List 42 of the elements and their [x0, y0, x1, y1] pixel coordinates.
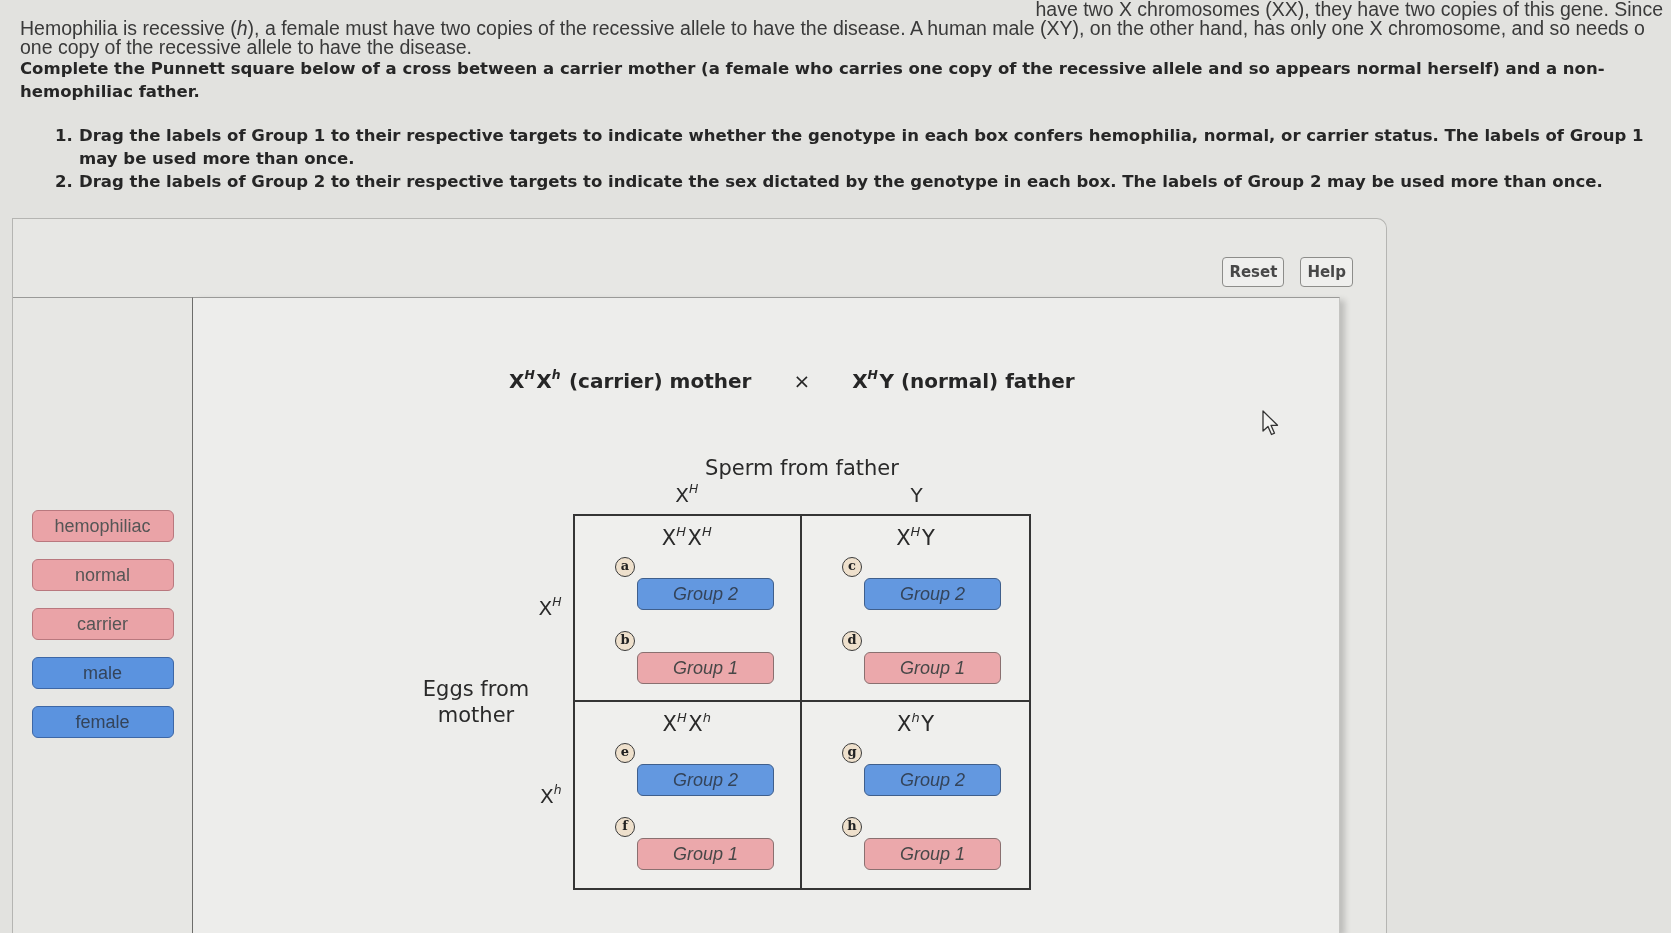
- drop-target[interactable]: Group 2: [864, 578, 1001, 610]
- step-text: Drag the labels of Group 2 to their respective targets to indicate the sex dictated by the genotype in each box. The labels of Group 2 may be used more than once.: [79, 171, 1604, 193]
- column-title: Sperm from father: [705, 456, 899, 480]
- draggable-label[interactable]: male: [31, 657, 174, 689]
- target-marker: g: [842, 743, 862, 763]
- draggable-label[interactable]: normal: [31, 559, 174, 591]
- drop-target[interactable]: Group 2: [637, 578, 774, 610]
- row-header: X$^{h}$: [539, 784, 563, 808]
- genotype-text: X$^{h}$Y: [897, 711, 934, 737]
- cross-father-text: X$^{H}$Y (normal) father: [852, 368, 1075, 394]
- step-number: 1.: [55, 125, 74, 147]
- draggable-label[interactable]: female: [31, 706, 174, 738]
- draggable-label[interactable]: hemophiliac: [31, 510, 174, 542]
- drop-target[interactable]: Group 1: [864, 652, 1001, 684]
- genotype-text: X$^{H}$X$^{H}$: [661, 525, 713, 551]
- toolbar-button[interactable]: Help: [1300, 257, 1353, 287]
- target-marker: a: [615, 557, 635, 577]
- instruction-text: Complete the Punnett square below of a cross between a carrier mother (a female who carries one copy of the recessive allele and so appears normal herself) and a non-hemophiliac father.: [20, 58, 1606, 103]
- column-header: X$^{H}$: [675, 482, 700, 508]
- mouse-pointer-icon: [1262, 410, 1280, 436]
- cross-mother-text: X$^{H}$X$^{h}$ (carrier) mother: [509, 368, 752, 394]
- drop-target[interactable]: Group 1: [864, 838, 1001, 870]
- target-marker: b: [615, 631, 635, 651]
- row-header: X$^{H}$: [538, 596, 563, 620]
- drop-target[interactable]: Group 1: [637, 838, 774, 870]
- target-marker: f: [615, 817, 635, 837]
- cross-symbol: ×: [793, 368, 811, 394]
- draggable-label[interactable]: carrier: [31, 608, 174, 640]
- target-marker: d: [842, 631, 862, 651]
- target-marker: h: [842, 817, 862, 837]
- drop-target[interactable]: Group 2: [637, 764, 774, 796]
- drop-target[interactable]: Group 2: [864, 764, 1001, 796]
- toolbar-button[interactable]: Reset: [1222, 257, 1285, 287]
- target-marker: e: [615, 743, 635, 763]
- step-text: Drag the labels of Group 1 to their respective targets to indicate whether the genotype in each box confers hemophilia, normal, or carrier status. The labels of Group 1 may be used more than once.: [79, 125, 1645, 170]
- column-header: Y: [910, 482, 923, 508]
- genotype-text: X$^{H}$X$^{h}$: [662, 711, 712, 737]
- row-title: Eggs from mother: [421, 676, 531, 728]
- drop-target[interactable]: Group 1: [637, 652, 774, 684]
- step-number: 2.: [55, 171, 74, 193]
- genotype-text: X$^{H}$Y: [896, 525, 935, 551]
- target-marker: c: [842, 557, 862, 577]
